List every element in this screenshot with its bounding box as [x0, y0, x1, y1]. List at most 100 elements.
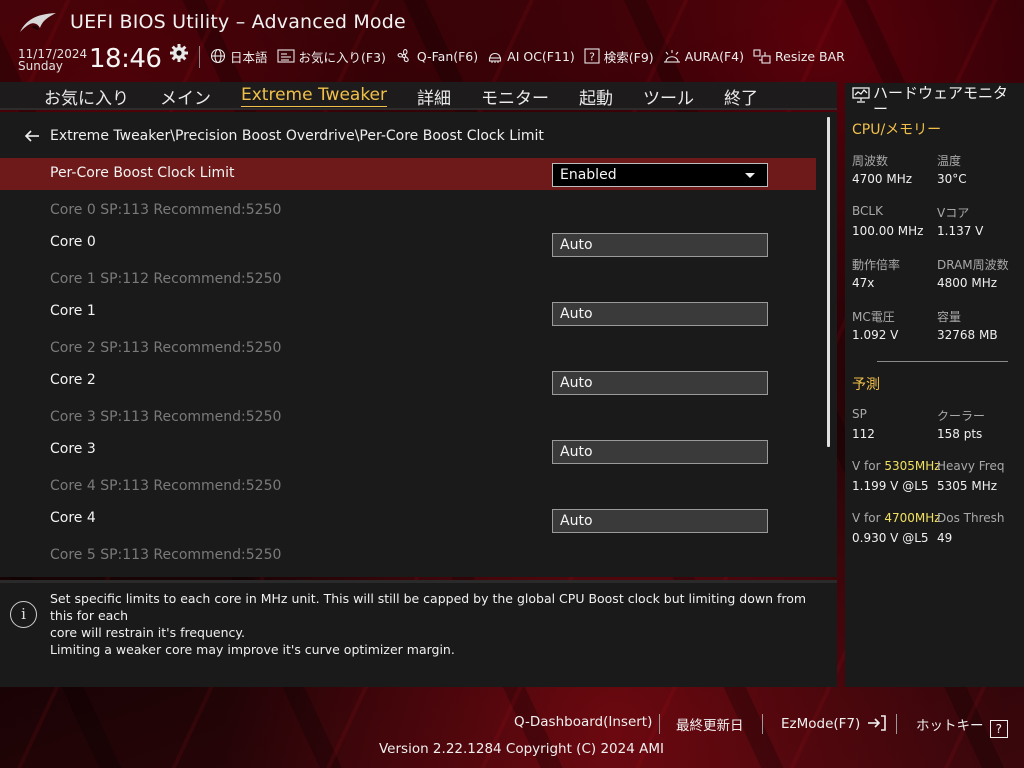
per-core-boost-value: Enabled	[560, 167, 617, 183]
header: UEFI BIOS Utility – Advanced Mode 11/17/…	[0, 0, 1024, 80]
qfan-label: Q-Fan(F6)	[416, 48, 479, 64]
core-info: Core 0 SP:113 Recommend:5250	[50, 202, 282, 218]
info-icon: i	[10, 601, 37, 628]
hw-value: 158 pts	[937, 427, 983, 441]
version-text: Version 2.22.1284 Copyright (C) 2024 AMI	[379, 741, 664, 757]
tab-advanced[interactable]: 詳細	[417, 84, 451, 109]
help-text: Set specific limits to each core in MHz …	[50, 590, 830, 658]
hw-value: 30°C	[937, 172, 967, 186]
core-label: Core 2	[50, 372, 96, 388]
tab-extreme-tweaker[interactable]: Extreme Tweaker	[241, 85, 388, 107]
search-label: 検索(F9)	[603, 49, 654, 65]
hw-key: 動作倍率	[852, 258, 901, 272]
rog-logo-icon	[20, 13, 56, 32]
hw-value: 1.092 V	[852, 328, 899, 342]
tab-tool[interactable]: ツール	[643, 84, 694, 109]
breadcrumb: Extreme Tweaker\Precision Boost Overdriv…	[24, 128, 544, 144]
favorites-button[interactable]: お気に入り(F3)	[276, 47, 386, 66]
footer-divider	[896, 714, 897, 734]
resize-bar-icon	[753, 49, 771, 64]
core-value: Auto	[560, 444, 593, 460]
core-label: Core 3	[50, 441, 96, 457]
core-2-input[interactable]: Auto	[552, 371, 768, 395]
hw-key: BCLK	[852, 204, 883, 218]
setting-label: Per-Core Boost Clock Limit	[50, 165, 235, 181]
hotkeys-button[interactable]: ホットキー ?	[916, 714, 1008, 738]
tab-monitor[interactable]: モニター	[481, 84, 549, 109]
aura-label: AURA(F4)	[684, 48, 745, 64]
scrollbar[interactable]	[827, 117, 830, 447]
core-1-input[interactable]: Auto	[552, 302, 768, 326]
help-panel: i Set specific limits to each core in MH…	[0, 580, 837, 687]
help-line: Limiting a weaker core may improve it's …	[50, 642, 455, 657]
qfan-button[interactable]: Q-Fan(F6)	[395, 47, 478, 65]
day: Sunday	[18, 59, 63, 73]
last-modified-button[interactable]: 最終更新日	[676, 714, 744, 734]
ezmode-button[interactable]: EzMode(F7)	[781, 714, 887, 732]
tab-main[interactable]: メイン	[160, 84, 211, 109]
core-4-input[interactable]: Auto	[552, 509, 768, 533]
hw-divider	[877, 361, 1008, 362]
hw-value: 49	[937, 531, 953, 545]
core-info: Core 2 SP:113 Recommend:5250	[50, 340, 282, 356]
clock: 18:46	[89, 44, 162, 74]
favorites-icon	[276, 49, 295, 63]
hw-value: 100.00 MHz	[852, 224, 924, 238]
aura-icon	[663, 50, 680, 63]
main-tabs: お気に入り メイン Extreme Tweaker 詳細 モニター 起動 ツール…	[0, 82, 837, 110]
toolbar: 日本語 お気に入り(F3) Q-Fan(F6) AI OC(F11) ? 検索(…	[210, 46, 854, 66]
footer-links: Q-Dashboard(Insert) 最終更新日 EzMode(F7) ホット…	[0, 714, 1024, 738]
resize-bar-button[interactable]: Resize BAR	[753, 48, 845, 64]
hw-key: 周波数	[852, 154, 889, 168]
hw-key: クーラー	[937, 409, 986, 423]
core-label: Core 0	[50, 234, 96, 250]
hw-key: Heavy Freq	[937, 459, 1005, 473]
core-info: Core 5 SP:113 Recommend:5250	[50, 547, 282, 563]
gear-icon[interactable]	[169, 43, 189, 63]
hotkey-help-icon: ?	[989, 720, 1008, 738]
ai-chip-icon	[489, 52, 502, 63]
hw-value: 47x	[852, 276, 875, 290]
ai-oc-label: AI OC(F11)	[507, 48, 575, 64]
tab-exit[interactable]: 終了	[724, 84, 758, 109]
chevron-down-icon	[745, 173, 755, 178]
core-info: Core 4 SP:113 Recommend:5250	[50, 478, 282, 494]
search-button[interactable]: ? 検索(F9)	[584, 47, 654, 66]
per-core-boost-select[interactable]: Enabled	[552, 163, 768, 187]
tab-favorites[interactable]: お気に入り	[44, 84, 129, 109]
hardware-monitor: ハードウェアモニター CPU/メモリー 周波数 温度 4700 MHz 30°C…	[845, 83, 1024, 687]
hotkeys-label: ホットキー	[916, 718, 984, 734]
fan-icon	[397, 49, 409, 63]
ai-oc-button[interactable]: AI OC(F11)	[487, 48, 575, 64]
core-value: Auto	[560, 237, 593, 253]
qdashboard-button[interactable]: Q-Dashboard(Insert)	[514, 714, 652, 730]
core-label: Core 4	[50, 510, 96, 526]
core-3-input[interactable]: Auto	[552, 440, 768, 464]
core-info: Core 1 SP:112 Recommend:5250	[50, 271, 282, 287]
help-line: Set specific limits to each core in MHz …	[50, 591, 807, 623]
footer-divider	[762, 714, 763, 734]
help-line: core will restrain it's frequency.	[50, 625, 245, 640]
breadcrumb-path: Extreme Tweaker\Precision Boost Overdriv…	[50, 128, 544, 144]
hw-key: 温度	[937, 154, 962, 168]
search-help-icon: ?	[584, 48, 600, 64]
app-title: UEFI BIOS Utility – Advanced Mode	[70, 11, 406, 33]
core-value: Auto	[560, 375, 593, 391]
hw-key: MC電圧	[852, 310, 895, 324]
aura-button[interactable]: AURA(F4)	[663, 48, 744, 64]
hw-value: 4800 MHz	[937, 276, 998, 290]
hw-key: SP	[852, 407, 867, 421]
hw-key: DRAM周波数	[937, 258, 1009, 272]
core-0-input[interactable]: Auto	[552, 233, 768, 257]
globe-icon	[210, 48, 226, 64]
back-arrow-icon[interactable]	[24, 129, 40, 143]
cpu-memory-section: CPU/メモリー	[852, 122, 942, 138]
hw-value: 5305 MHz	[937, 479, 998, 493]
hw-key: V for 5305MHz	[852, 459, 941, 473]
hw-value: 4700 MHz	[852, 172, 913, 186]
core-label: Core 1	[50, 303, 96, 319]
hw-value: 1.199 V @L5	[852, 479, 929, 493]
tab-boot[interactable]: 起動	[579, 84, 613, 109]
language-button[interactable]: 日本語	[210, 47, 268, 66]
svg-text:?: ?	[589, 51, 595, 64]
